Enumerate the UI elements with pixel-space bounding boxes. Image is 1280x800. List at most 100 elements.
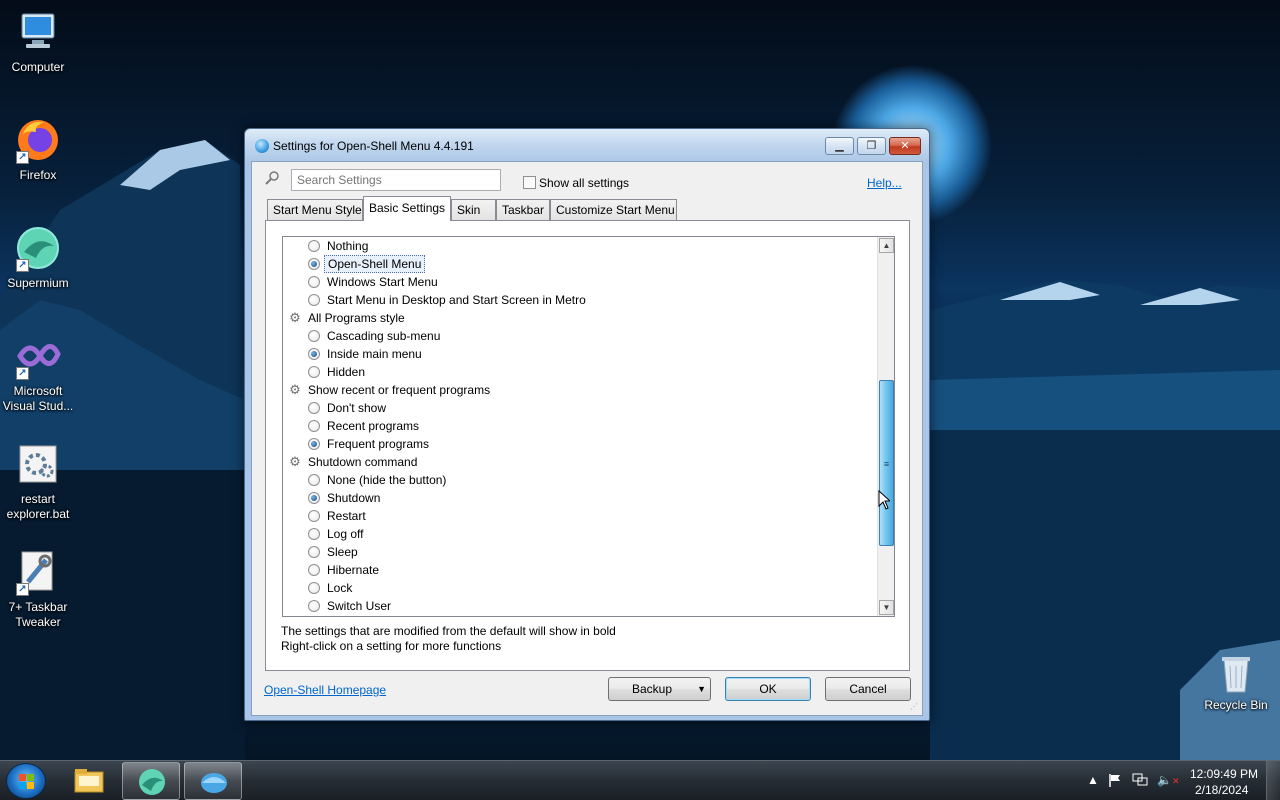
settings-option[interactable]: Nothing (283, 237, 877, 255)
radio-button[interactable] (308, 582, 320, 594)
radio-button[interactable] (308, 528, 320, 540)
settings-tree[interactable]: Nothing Open-Shell Menu Windows Start Menu… (282, 236, 895, 617)
show-all-settings-label[interactable]: Show all settings (539, 176, 629, 190)
radio-button[interactable] (308, 366, 320, 378)
settings-group[interactable]: ⚙ Show recent or frequent programs (283, 381, 877, 399)
settings-option[interactable]: Don't show (283, 399, 877, 417)
ok-button[interactable]: OK (725, 677, 811, 701)
radio-button[interactable] (308, 492, 320, 504)
network-icon[interactable] (1132, 773, 1148, 787)
radio-button[interactable] (308, 564, 320, 576)
desktop-icon-visual-studio[interactable]: ↗ Microsoft Visual Stud... (0, 332, 76, 414)
desktop-icon-7-taskbar-tweaker[interactable]: ↗ 7+ Taskbar Tweaker (0, 548, 76, 630)
help-link[interactable]: Help... (867, 176, 902, 190)
vertical-scrollbar[interactable]: ▲ ≡ ▼ (877, 237, 894, 616)
show-desktop-button[interactable] (1266, 761, 1280, 800)
taskbar-supermium[interactable] (122, 762, 180, 800)
radio-button[interactable] (308, 258, 320, 270)
window-title: Settings for Open-Shell Menu 4.4.191 (273, 139, 474, 153)
settings-option[interactable]: Inside main menu (283, 345, 877, 363)
supermium-icon (139, 769, 165, 795)
settings-option[interactable]: Hidden (283, 363, 877, 381)
taskbar-file-explorer[interactable] (60, 762, 118, 800)
settings-option[interactable]: Cascading sub-menu (283, 327, 877, 345)
supermium-icon: ↗ (14, 224, 62, 272)
scroll-down-button[interactable]: ▼ (879, 600, 894, 615)
settings-row-label: Log off (327, 527, 364, 541)
settings-option[interactable]: Windows Start Menu (283, 273, 877, 291)
settings-option[interactable]: Shutdown (283, 489, 877, 507)
volume-muted-icon[interactable]: 🔈✕ (1157, 773, 1180, 788)
tab-taskbar[interactable]: Taskbar (496, 199, 550, 220)
action-center-flag-icon[interactable] (1108, 773, 1122, 787)
desktop-icon-firefox[interactable]: ↗ Firefox (0, 116, 76, 183)
tab-start-menu-style[interactable]: Start Menu Style (267, 199, 363, 220)
radio-button[interactable] (308, 330, 320, 342)
settings-option[interactable]: Lock (283, 579, 877, 597)
settings-option[interactable]: None (hide the button) (283, 471, 877, 489)
radio-button[interactable] (308, 294, 320, 306)
close-button[interactable]: ✕ (889, 137, 921, 155)
radio-button[interactable] (308, 546, 320, 558)
settings-option[interactable]: Recent programs (283, 417, 877, 435)
shortcut-arrow-icon: ↗ (16, 259, 29, 272)
radio-button[interactable] (308, 510, 320, 522)
title-bar[interactable]: Settings for Open-Shell Menu 4.4.191 ▁ ❐… (245, 129, 929, 161)
settings-group[interactable]: ⚙ All Programs style (283, 309, 877, 327)
tab-customize-start-menu[interactable]: Customize Start Menu (550, 199, 677, 220)
search-input[interactable] (291, 169, 501, 191)
desktop-icon-recycle-bin[interactable]: Recycle Bin (1198, 652, 1274, 713)
dropdown-arrow-icon: ▼ (697, 684, 706, 694)
desktop-icon-computer[interactable]: Computer (0, 8, 76, 75)
settings-row-label: None (hide the button) (327, 473, 447, 487)
close-icon: ✕ (900, 140, 910, 152)
settings-option[interactable]: Log off (283, 525, 877, 543)
resize-grip-icon[interactable]: ⋰ (910, 703, 920, 713)
open-shell-homepage-link[interactable]: Open-Shell Homepage (264, 683, 386, 697)
settings-option[interactable]: Open-Shell Menu (283, 255, 877, 273)
radio-button[interactable] (308, 420, 320, 432)
settings-option[interactable]: Hibernate (283, 561, 877, 579)
minimize-button[interactable]: ▁ (825, 137, 854, 155)
settings-row-label: Hidden (327, 365, 366, 379)
settings-option[interactable]: Frequent programs (283, 435, 877, 453)
desktop-icon-label: Computer (11, 60, 65, 74)
show-hidden-icons-icon[interactable]: ▲ (1087, 773, 1099, 787)
settings-option[interactable]: Switch User (283, 597, 877, 615)
radio-button[interactable] (308, 402, 320, 414)
radio-button[interactable] (308, 600, 320, 612)
shortcut-arrow-icon: ↗ (16, 583, 29, 596)
settings-group-icon: ⚙ (289, 310, 301, 325)
folder-icon (74, 769, 104, 793)
maximize-button[interactable]: ❐ (857, 137, 886, 155)
start-button[interactable] (6, 763, 46, 799)
settings-row-label: Start Menu in Desktop and Start Screen i… (327, 293, 586, 307)
recycle-bin-icon (1212, 652, 1260, 694)
settings-group[interactable]: ⚙ Shutdown command (283, 453, 877, 471)
tab-skin[interactable]: Skin (451, 199, 496, 220)
tab-basic-settings[interactable]: Basic Settings (363, 196, 451, 221)
scroll-up-button[interactable]: ▲ (879, 238, 894, 253)
taskbar-open-shell-settings[interactable] (184, 762, 242, 800)
radio-button[interactable] (308, 348, 320, 360)
settings-row-label: Cascading sub-menu (327, 329, 441, 343)
taskbar: ▲ 🔈✕ 12:09:49 PM 2/18/2024 (0, 760, 1280, 800)
cancel-button[interactable]: Cancel (825, 677, 911, 701)
radio-button[interactable] (308, 240, 320, 252)
desktop-icon-supermium[interactable]: ↗ Supermium (0, 224, 76, 291)
clock-time[interactable]: 12:09:49 PM (1190, 767, 1258, 781)
desktop-icon-restart-explorer[interactable]: restart explorer.bat (0, 440, 76, 522)
taskbar-tweaker-icon: ↗ (14, 548, 62, 596)
settings-option[interactable]: Sleep (283, 543, 877, 561)
settings-row-label: Restart (327, 509, 366, 523)
radio-button[interactable] (308, 438, 320, 450)
settings-option[interactable]: Start Menu in Desktop and Start Screen i… (283, 291, 877, 309)
radio-button[interactable] (308, 474, 320, 486)
radio-button[interactable] (308, 276, 320, 288)
show-all-settings-checkbox[interactable] (523, 176, 536, 189)
clock-date[interactable]: 2/18/2024 (1195, 783, 1248, 797)
backup-button[interactable]: Backup ▼ (608, 677, 711, 701)
scroll-thumb[interactable]: ≡ (879, 380, 894, 546)
settings-option[interactable]: Restart (283, 507, 877, 525)
computer-icon (14, 8, 62, 56)
